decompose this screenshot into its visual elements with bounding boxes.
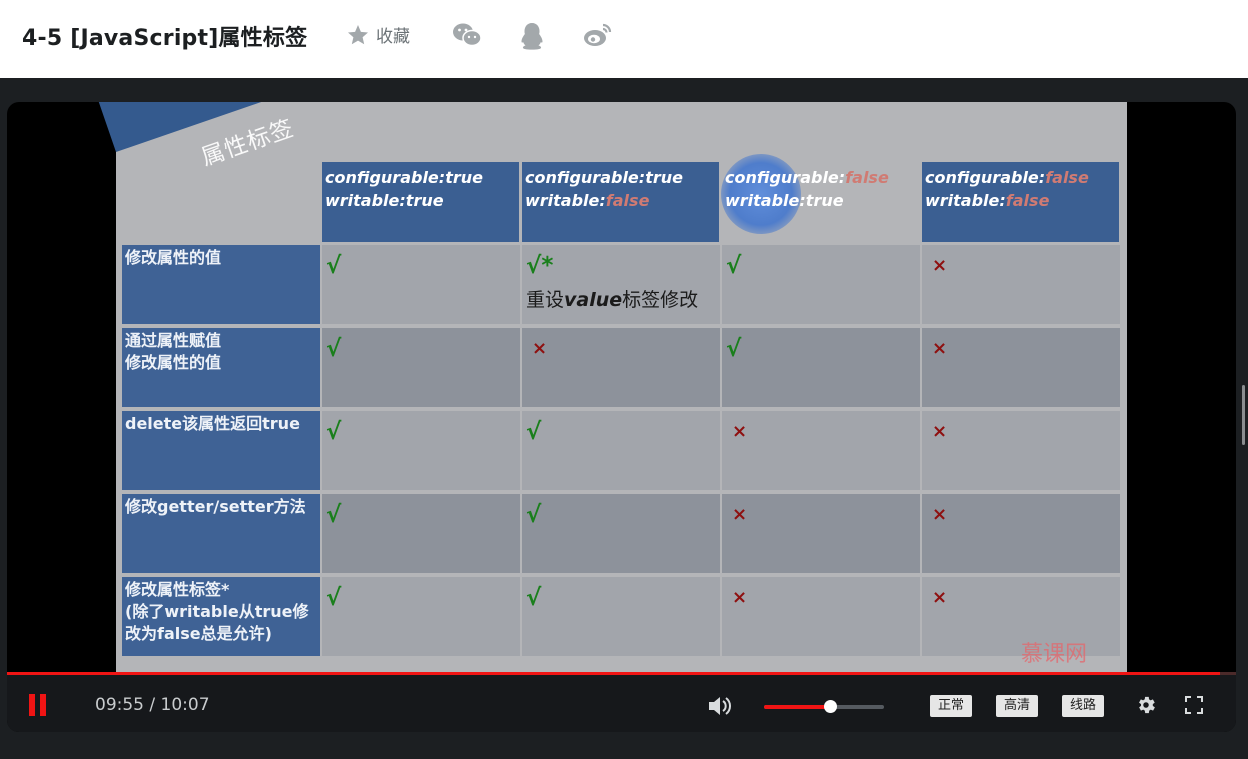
title-bar: 4-5 [JavaScript]属性标签 收藏 (0, 0, 1248, 78)
cross-mark: × (532, 338, 548, 359)
row-label: delete该属性返回true (122, 411, 320, 490)
table-cell: √ (322, 494, 520, 573)
cross-mark: × (732, 587, 748, 608)
pause-icon (29, 694, 35, 716)
qq-icon (521, 23, 543, 50)
check-mark: √ (526, 585, 542, 611)
table-cell: √ (322, 328, 520, 407)
check-mark: √ (526, 419, 542, 445)
weibo-icon (584, 23, 612, 46)
weibo-share-button[interactable] (583, 22, 613, 52)
table-cell: × (922, 245, 1120, 324)
cross-mark: × (732, 504, 748, 525)
table-cell: × (922, 328, 1120, 407)
table-cell: √ (322, 245, 520, 324)
check-mark: √* (526, 253, 554, 279)
fullscreen-button[interactable] (1185, 696, 1203, 718)
table-cell: × (922, 411, 1120, 490)
check-mark: √ (326, 585, 342, 611)
cross-mark: × (932, 338, 948, 359)
check-mark: √ (726, 253, 742, 279)
table-cell: √ (522, 494, 720, 573)
table-cell: √ (522, 577, 720, 656)
check-mark: √ (326, 502, 342, 528)
star-icon (348, 24, 368, 44)
table-cell: √ (522, 411, 720, 490)
volume-slider[interactable] (764, 700, 884, 713)
page-scrollbar[interactable] (1242, 385, 1245, 445)
quality-hd-button[interactable]: 高清 (996, 695, 1039, 717)
qq-share-button[interactable] (519, 22, 545, 54)
route-button[interactable]: 线路 (1062, 695, 1105, 717)
time-display: 09:55 / 10:07 (95, 695, 210, 715)
table-cell: × (722, 577, 920, 656)
check-mark: √ (326, 336, 342, 362)
player-controls: 09:55 / 10:07 正常 高清 线路 (7, 675, 1236, 732)
fullscreen-icon (1185, 696, 1203, 714)
watermark: 慕课网 (1021, 642, 1088, 667)
cross-mark: × (932, 255, 948, 276)
column-header-1: configurable:true writable:true (322, 162, 519, 242)
pause-button[interactable] (29, 694, 47, 716)
column-header-2: configurable:true writable:false (522, 162, 719, 242)
favorite-button[interactable]: 收藏 (346, 22, 410, 47)
course-title: 4-5 [JavaScript]属性标签 (22, 26, 308, 51)
table-cell: × (722, 494, 920, 573)
slide-banner (86, 102, 506, 162)
wechat-share-button[interactable] (452, 22, 482, 52)
player-stage: 属性标签 configurable:true writable:true con… (0, 78, 1248, 759)
column-header-3: configurable:false writable:true (725, 168, 889, 210)
check-mark: √ (726, 336, 742, 362)
cross-mark: × (932, 421, 948, 442)
column-header-4: configurable:false writable:false (922, 162, 1119, 242)
table-cell: × (722, 411, 920, 490)
row-label: 通过属性赋值 修改属性的值 (122, 328, 320, 407)
volume-knob[interactable] (824, 700, 837, 713)
table-cell: √ (322, 577, 520, 656)
table-cell: √ (722, 245, 920, 324)
duration: 10:07 (160, 695, 210, 715)
wechat-icon (453, 23, 482, 47)
volume-button[interactable] (707, 694, 733, 722)
row-label: 修改getter/setter方法 (122, 494, 320, 573)
cross-mark: × (732, 421, 748, 442)
check-mark: √ (526, 502, 542, 528)
table-cell: √* 重设value标签修改 (522, 245, 720, 324)
video-frame[interactable]: 属性标签 configurable:true writable:true con… (89, 102, 1127, 672)
table-cell: √ (322, 411, 520, 490)
speaker-icon (709, 697, 731, 715)
table-cell: × (522, 328, 720, 407)
row-label: 修改属性的值 (122, 245, 320, 324)
cross-mark: × (932, 504, 948, 525)
cross-mark: × (932, 587, 948, 608)
current-time: 09:55 (95, 695, 144, 715)
row-label: 修改属性标签* (除了writable从true修改为false总是允许) (122, 577, 320, 656)
cell-note: 重设value标签修改 (526, 289, 699, 311)
quality-normal-button[interactable]: 正常 (930, 695, 973, 717)
check-mark: √ (326, 419, 342, 445)
table-cell: √ (722, 328, 920, 407)
table-cell: × (922, 494, 1120, 573)
check-mark: √ (326, 253, 342, 279)
favorite-label: 收藏 (376, 27, 410, 47)
gear-icon (1139, 696, 1155, 714)
video-player[interactable]: 属性标签 configurable:true writable:true con… (7, 102, 1236, 732)
settings-button[interactable] (1135, 694, 1157, 720)
